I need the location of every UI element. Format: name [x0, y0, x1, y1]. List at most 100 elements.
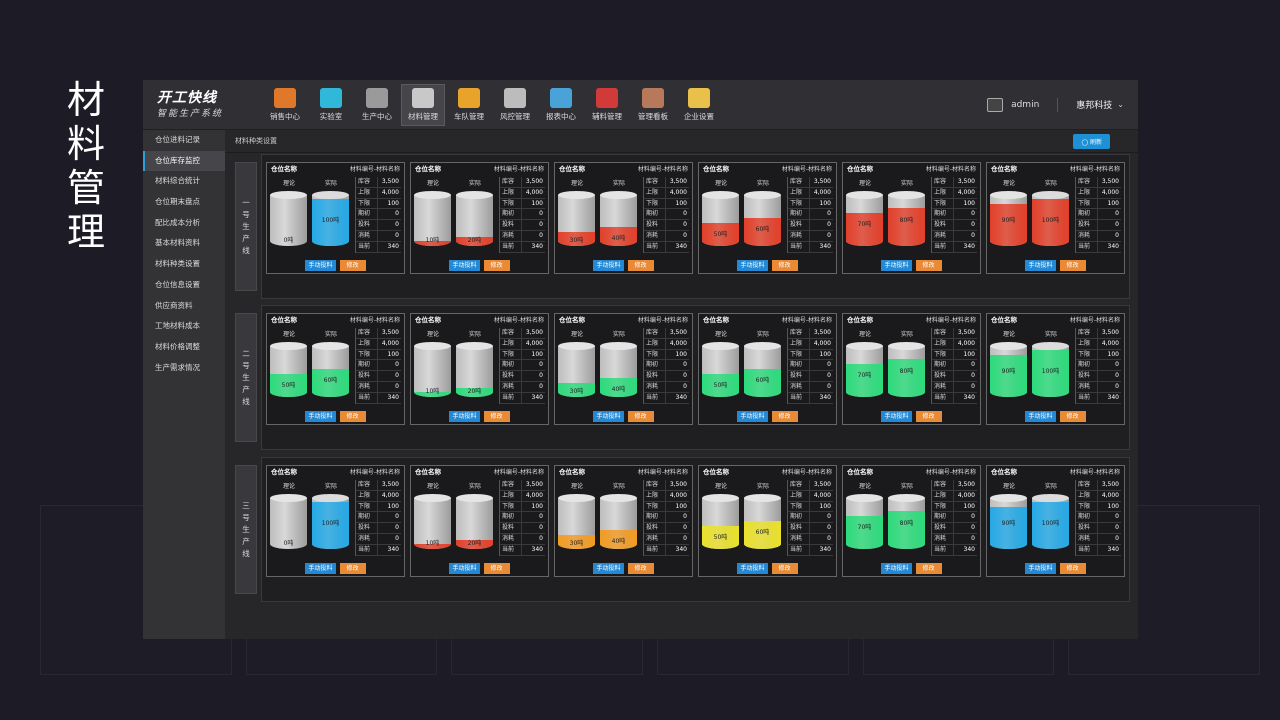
manual-feed-button[interactable]: 手动投料	[305, 260, 336, 271]
manual-feed-button[interactable]: 手动投料	[449, 411, 480, 422]
sidebar-item[interactable]: 仓位期末盘点	[143, 192, 225, 213]
stats-row: 当前 340	[788, 241, 833, 253]
edit-button[interactable]: 修改	[771, 260, 798, 271]
manual-feed-button[interactable]: 手动投料	[881, 411, 912, 422]
stat-label: 当前	[500, 392, 522, 403]
sidebar-item[interactable]: 生产需求情况	[143, 358, 225, 379]
production-line-row: 三号生产线 仓位名称 材料编号-材料名称 理论 0吨 实际 100吨 库容 3,500 上限 4,0…	[235, 457, 1130, 602]
sidebar-item[interactable]: 基本材料资料	[143, 233, 225, 254]
theory-tank: 30吨	[558, 342, 595, 397]
manual-feed-button[interactable]: 手动投料	[593, 260, 624, 271]
sidebar-item[interactable]: 仓位信息设置	[143, 275, 225, 296]
stat-label: 期初	[788, 512, 810, 523]
edit-button[interactable]: 修改	[915, 563, 942, 574]
nav-item-7[interactable]: 报表中心	[539, 84, 583, 126]
tank-top	[270, 494, 307, 502]
tank-top	[414, 191, 451, 199]
stat-value: 100	[819, 350, 831, 358]
sidebar-item[interactable]: 供应商资料	[143, 296, 225, 317]
line-label: 一号生产线	[235, 162, 257, 291]
manual-feed-button[interactable]: 手动投料	[737, 260, 768, 271]
edit-button[interactable]: 修改	[483, 260, 510, 271]
edit-button[interactable]: 修改	[1059, 563, 1086, 574]
stat-value: 3,500	[669, 178, 687, 185]
nav-item-4[interactable]: 材料管理	[401, 83, 445, 126]
manual-feed-button[interactable]: 手动投料	[881, 260, 912, 271]
actual-header: 实际	[1044, 483, 1057, 490]
sidebar-item[interactable]: 配比成本分析	[143, 213, 225, 234]
line-panel: 仓位名称 材料编号-材料名称 理论 50吨 实际 60吨 库容 3,500 上限 4,000 下限 1…	[261, 305, 1130, 450]
stats-row: 上限 4,000	[932, 187, 977, 199]
edit-button[interactable]: 修改	[339, 260, 366, 271]
nav-item-6[interactable]: 风控管理	[493, 84, 537, 126]
stats-row: 上限 4,000	[932, 490, 977, 502]
logo-main: 开工快线	[157, 89, 217, 106]
refresh-button[interactable]: ◯ 刷新	[1073, 133, 1110, 149]
manual-feed-button[interactable]: 手动投料	[593, 411, 624, 422]
stat-value: 4,000	[957, 339, 975, 347]
card-header: 仓位名称 材料编号-材料名称	[699, 466, 836, 479]
stat-label: 下限	[356, 198, 378, 209]
manual-feed-button[interactable]: 手动投料	[737, 563, 768, 574]
stats-row: 消耗 0	[788, 230, 833, 242]
stat-value: 0	[971, 361, 975, 369]
nav-item-8[interactable]: 辅料管理	[585, 84, 629, 126]
sidebar-item[interactable]: 材料种类设置	[143, 254, 225, 275]
theory-header: 理论	[282, 180, 295, 187]
manual-feed-button[interactable]: 手动投料	[305, 563, 336, 574]
edit-button[interactable]: 修改	[627, 411, 654, 422]
chevron-down-icon[interactable]: ⌄	[1117, 100, 1124, 109]
stat-label: 库容	[1076, 328, 1098, 338]
sidebar-item[interactable]: 仓位库存监控	[143, 150, 225, 172]
stat-label: 当前	[644, 241, 666, 252]
nav-item-5[interactable]: 车队管理	[447, 84, 491, 126]
theory-value: 50吨	[713, 381, 728, 389]
stat-value: 0	[827, 210, 831, 218]
company-name[interactable]: 惠邦科技	[1076, 98, 1112, 111]
stat-label: 当前	[500, 544, 522, 555]
stat-label: 期初	[644, 360, 666, 371]
manual-feed-button[interactable]: 手动投料	[593, 563, 624, 574]
manual-feed-button[interactable]: 手动投料	[737, 411, 768, 422]
edit-button[interactable]: 修改	[1059, 260, 1086, 271]
manual-feed-button[interactable]: 手动投料	[1025, 411, 1056, 422]
edit-button[interactable]: 修改	[627, 563, 654, 574]
stat-value: 100	[963, 199, 975, 207]
edit-button[interactable]: 修改	[915, 260, 942, 271]
edit-button[interactable]: 修改	[483, 411, 510, 422]
user-name[interactable]: admin	[1011, 100, 1039, 110]
sidebar-item[interactable]: 材料价格调整	[143, 337, 225, 358]
sidebar-item[interactable]: 工地材料成本	[143, 316, 225, 337]
edit-button[interactable]: 修改	[771, 411, 798, 422]
edit-button[interactable]: 修改	[915, 411, 942, 422]
stats-row: 当前 340	[356, 241, 401, 253]
manual-feed-button[interactable]: 手动投料	[305, 411, 336, 422]
edit-button[interactable]: 修改	[627, 260, 654, 271]
nav-item-9[interactable]: 管理看板	[631, 84, 675, 126]
manual-feed-button[interactable]: 手动投料	[1025, 563, 1056, 574]
stats-row: 期初 0	[644, 209, 689, 221]
nav-item-2[interactable]: 实验室	[309, 84, 353, 126]
edit-button[interactable]: 修改	[771, 563, 798, 574]
manual-feed-button[interactable]: 手动投料	[881, 563, 912, 574]
actual-header: 实际	[900, 483, 913, 490]
sidebar-item[interactable]: 仓位进料记录	[143, 130, 225, 151]
stat-label: 库容	[500, 328, 522, 338]
line-name: 二号生产线	[242, 348, 250, 406]
avatar[interactable]	[987, 97, 1004, 112]
stats-row: 消耗 0	[932, 533, 977, 545]
edit-button[interactable]: 修改	[339, 563, 366, 574]
sidebar-item[interactable]: 材料综合统计	[143, 171, 225, 192]
edit-button[interactable]: 修改	[339, 411, 366, 422]
manual-feed-button[interactable]: 手动投料	[1025, 260, 1056, 271]
stat-value: 340	[1107, 393, 1119, 401]
edit-button[interactable]: 修改	[1059, 411, 1086, 422]
manual-feed-button[interactable]: 手动投料	[449, 260, 480, 271]
edit-button[interactable]: 修改	[483, 563, 510, 574]
nav-item-10[interactable]: 企业设置	[677, 84, 721, 126]
stat-label: 消耗	[644, 533, 666, 544]
manual-feed-button[interactable]: 手动投料	[449, 563, 480, 574]
line-name: 三号生产线	[242, 500, 250, 558]
nav-item-1[interactable]: 销售中心	[263, 84, 307, 126]
nav-item-3[interactable]: 生产中心	[355, 84, 399, 126]
